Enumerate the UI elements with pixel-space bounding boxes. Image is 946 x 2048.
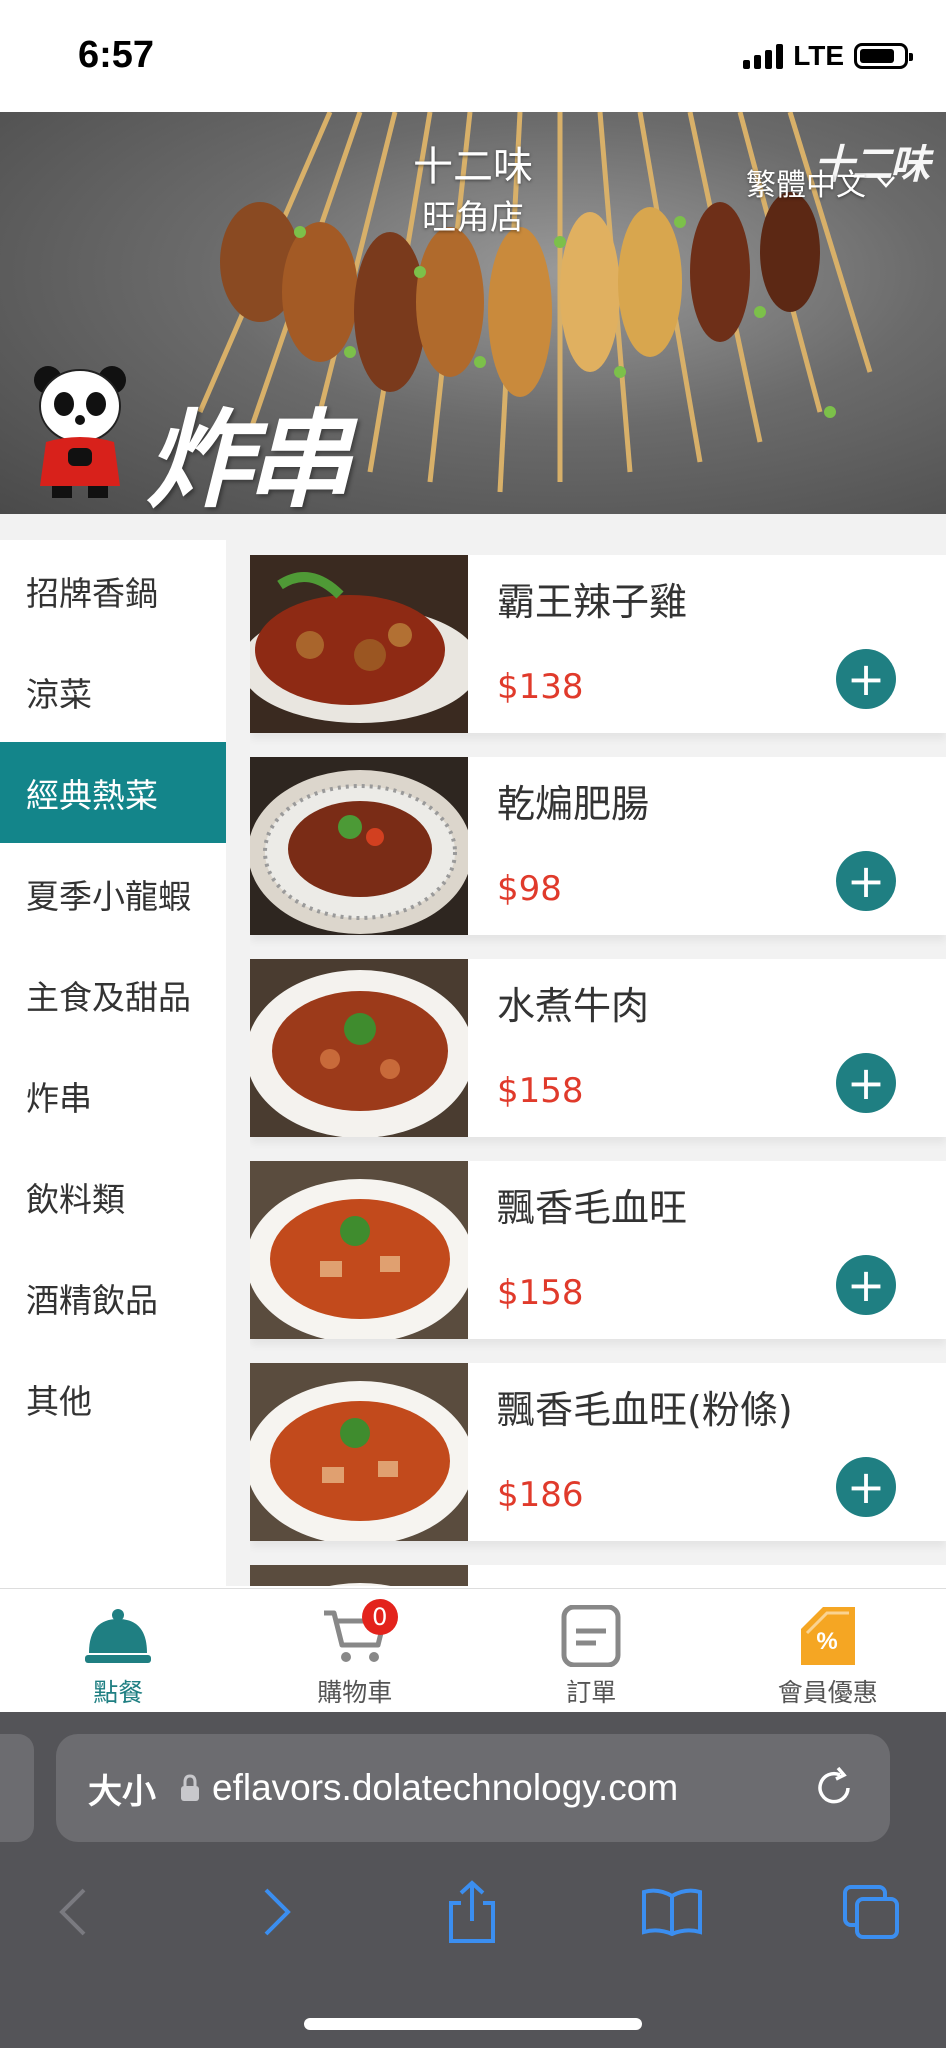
plus-icon: +: [846, 854, 886, 908]
dish-name: 飄香毛血旺: [497, 1186, 688, 1230]
sidebar-item-staples-desserts[interactable]: 主食及甜品: [0, 944, 226, 1045]
tab-member-offers[interactable]: % 會員優惠: [710, 1589, 946, 1713]
cart-count-badge: 0: [361, 1599, 398, 1635]
network-label: LTE: [793, 40, 844, 71]
content-divider: [226, 514, 250, 1586]
browser-toolbar: 大小 eflavors.dolatechnology.com: [0, 1712, 946, 2048]
tab-label: 購物車: [317, 1678, 393, 1707]
tabs-button[interactable]: [832, 1872, 912, 1952]
tab-cart[interactable]: 0 購物車: [237, 1589, 474, 1713]
battery-icon: [854, 43, 913, 69]
dish-image: [250, 1565, 468, 1586]
add-to-cart-button[interactable]: +: [836, 1053, 896, 1113]
chevron-left-icon: [59, 1888, 86, 1936]
home-indicator: [304, 2018, 642, 2030]
dish-image: [250, 757, 468, 935]
language-label: 繁體中文: [746, 168, 866, 203]
signal-icon: [743, 43, 784, 69]
language-selector[interactable]: 繁體中文: [746, 160, 896, 204]
previous-tab-peek[interactable]: [0, 1734, 34, 1842]
share-icon: [449, 1880, 495, 1943]
tab-label: 訂單: [566, 1678, 617, 1707]
dish-price: $186: [497, 1475, 584, 1515]
menu-item-card[interactable]: [250, 1565, 946, 1586]
menu-item-card[interactable]: 飄香毛血旺(粉條) $186 +: [250, 1363, 946, 1541]
sidebar-item-others[interactable]: 其他: [0, 1348, 226, 1449]
dish-image: [250, 1161, 468, 1339]
dish-image: [250, 959, 468, 1137]
plus-icon: +: [846, 1460, 886, 1514]
bookmarks-button[interactable]: [632, 1872, 712, 1952]
url-text: eflavors.dolatechnology.com: [212, 1767, 679, 1808]
plus-icon: +: [846, 652, 886, 706]
menu-item-card[interactable]: 飄香毛血旺 $158 +: [250, 1161, 946, 1339]
sidebar-item-alcohol[interactable]: 酒精飲品: [0, 1247, 226, 1348]
dish-name: 水煮牛肉: [497, 984, 650, 1028]
tabs-icon: [843, 1885, 899, 1939]
tab-label: 點餐: [93, 1678, 144, 1707]
add-to-cart-button[interactable]: +: [836, 851, 896, 911]
reload-icon[interactable]: [812, 1766, 856, 1810]
menu-item-card[interactable]: 霸王辣子雞 $138 +: [250, 555, 946, 733]
cloche-icon: [85, 1609, 152, 1663]
status-indicators: LTE: [743, 40, 913, 72]
chevron-down-icon: [877, 176, 895, 188]
tab-orders[interactable]: 訂單: [473, 1589, 710, 1713]
banner-title: 炸串: [146, 399, 352, 514]
add-to-cart-button[interactable]: +: [836, 1457, 896, 1517]
add-to-cart-button[interactable]: +: [836, 649, 896, 709]
dish-name: 飄香毛血旺(粉條): [497, 1388, 793, 1432]
status-bar: 6:57 LTE: [0, 0, 946, 112]
coupon-icon: %: [800, 1607, 855, 1665]
menu-item-card[interactable]: 乾煸肥腸 $98 +: [250, 757, 946, 935]
tab-order[interactable]: 點餐: [0, 1589, 237, 1713]
menu-list: 霸王辣子雞 $138 + 乾煸肥腸 $98 + 水煮牛肉 $158 + 飄香毛血…: [250, 540, 946, 1586]
sidebar-item-cold-dishes[interactable]: 涼菜: [0, 641, 226, 742]
sidebar-item-drinks[interactable]: 飲料類: [0, 1146, 226, 1247]
dish-price: $98: [497, 869, 562, 909]
dish-image: [250, 555, 468, 733]
panda-mascot-icon: [34, 366, 126, 498]
sidebar-item-classic-hot-dishes[interactable]: 經典熱菜: [0, 742, 226, 843]
menu-item-card[interactable]: 水煮牛肉 $158 +: [250, 959, 946, 1137]
sidebar-item-signature-pot[interactable]: 招牌香鍋: [0, 540, 226, 641]
tab-label: 會員優惠: [777, 1678, 878, 1707]
dish-price: $158: [497, 1273, 584, 1313]
plus-icon: +: [846, 1056, 886, 1110]
forward-button[interactable]: [236, 1872, 316, 1952]
status-time: 6:57: [78, 34, 155, 76]
cart-icon-wrap: 0: [320, 1599, 398, 1667]
svg-text:%: %: [816, 1628, 837, 1655]
dish-image: [250, 1363, 468, 1541]
address-bar[interactable]: 大小 eflavors.dolatechnology.com: [56, 1734, 890, 1842]
sidebar-item-skewers[interactable]: 炸串: [0, 1045, 226, 1146]
content-gap: [0, 514, 946, 540]
chevron-right-icon: [264, 1888, 291, 1936]
browser-nav-row: [0, 1872, 946, 1972]
hero-banner: 十二味 旺角店 十二味 繁體中文 炸串: [0, 112, 946, 514]
dish-name: 乾煸肥腸: [497, 782, 650, 826]
dish-price: $158: [497, 1071, 584, 1111]
bottom-tab-bar: 點餐 0 購物車 訂單 % 會員優惠: [0, 1588, 946, 1713]
dish-price: $138: [497, 667, 584, 707]
add-to-cart-button[interactable]: +: [836, 1255, 896, 1315]
sidebar-item-crayfish[interactable]: 夏季小龍蝦: [0, 843, 226, 944]
order-icon: [561, 1605, 621, 1667]
lock-icon: [181, 1774, 199, 1801]
plus-icon: +: [846, 1258, 886, 1312]
back-button[interactable]: [34, 1872, 114, 1952]
book-icon: [642, 1888, 702, 1937]
category-sidebar: 招牌香鍋 涼菜 經典熱菜 夏季小龍蝦 主食及甜品 炸串 飲料類 酒精飲品 其他: [0, 540, 226, 1586]
text-size-button[interactable]: 大小: [88, 1764, 156, 1813]
share-button[interactable]: [432, 1872, 512, 1952]
dish-name: 霸王辣子雞: [497, 580, 688, 624]
